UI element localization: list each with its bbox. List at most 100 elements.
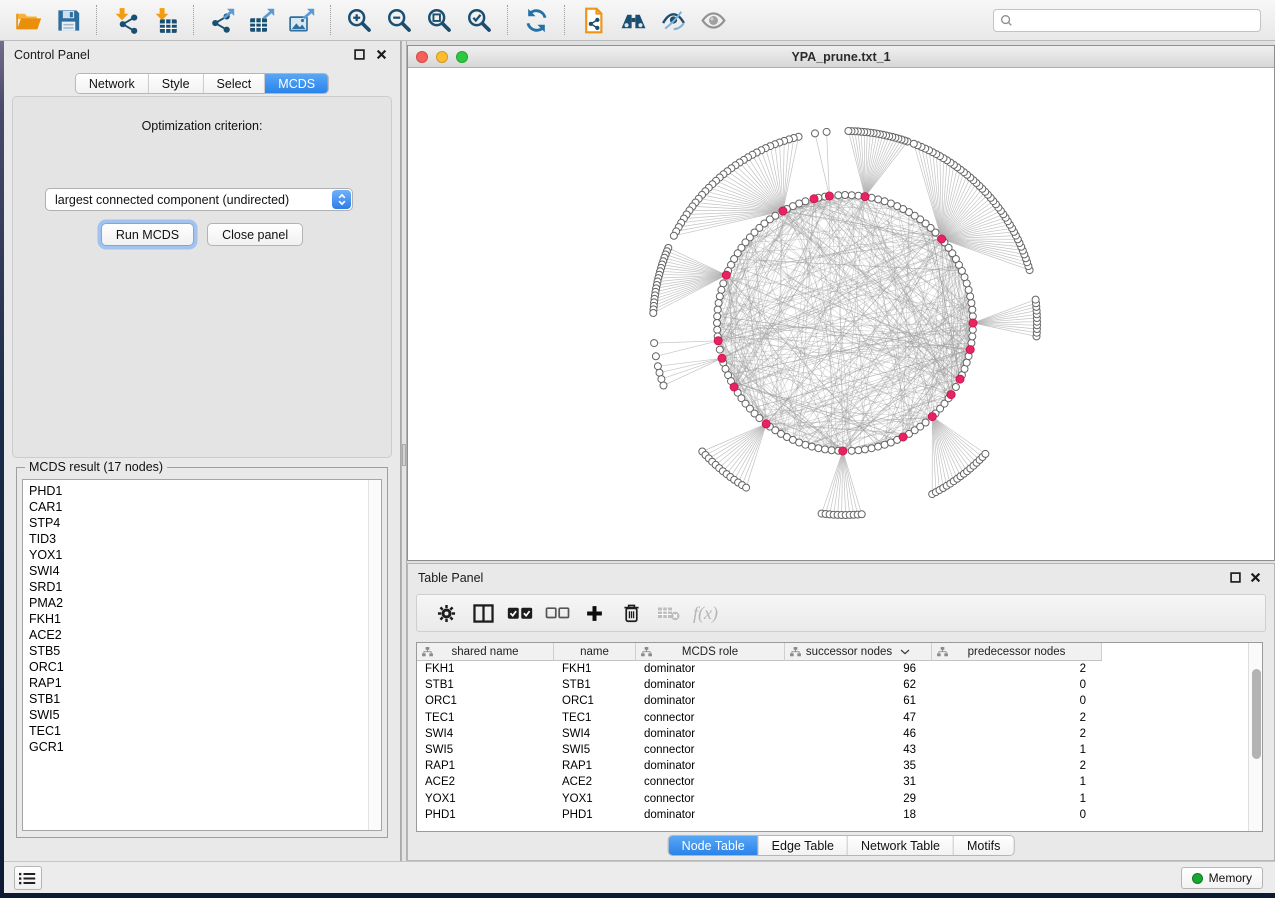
table-panel-close-button[interactable] [1250,572,1262,584]
show-panels-button[interactable] [14,866,42,890]
column-header-successor-nodes[interactable]: successor nodes [785,643,932,661]
table-cell: RAP1 [554,758,636,774]
memory-button[interactable]: Memory [1181,867,1263,889]
table-cell: RAP1 [417,758,554,774]
mcds-result-item[interactable]: TID3 [23,531,381,547]
tab-select[interactable]: Select [203,74,265,93]
export-image-button[interactable] [282,4,322,36]
column-label: name [580,646,609,658]
zoom-in-button[interactable] [339,4,379,36]
tab-style[interactable]: Style [148,74,203,93]
control-panel-header: Control Panel [4,41,400,67]
search-input[interactable] [1017,14,1254,28]
network-canvas[interactable] [408,68,1274,560]
export-network-button[interactable] [202,4,242,36]
table-row[interactable]: RAP1RAP1dominator352 [417,758,1248,774]
close-mcds-panel-button[interactable]: Close panel [207,223,303,246]
mcds-result-item[interactable]: SWI4 [23,563,381,579]
deselect-all-columns-button[interactable] [542,598,572,628]
combo-stepper-icon [332,190,351,209]
mcds-result-item[interactable]: PMA2 [23,595,381,611]
search-network-button[interactable] [613,4,653,36]
list-icon [19,871,37,886]
table-row[interactable]: STB1STB1dominator620 [417,677,1248,693]
control-panel-float-button[interactable] [354,49,366,61]
network-window-titlebar[interactable]: YPA_prune.txt_1 [408,46,1274,68]
table-panel-float-button[interactable] [1230,572,1242,584]
zoom-out-button[interactable] [379,4,419,36]
binoculars-icon [620,7,647,34]
tab-network-table[interactable]: Network Table [847,836,953,855]
import-network-icon [112,7,139,34]
zoom-selected-button[interactable] [459,4,499,36]
status-bar: Memory [4,861,1275,893]
mcds-result-item[interactable]: CAR1 [23,499,381,515]
zoom-fit-button[interactable] [419,4,459,36]
export-table-icon [249,7,276,34]
mcds-result-item[interactable]: YOX1 [23,547,381,563]
save-session-button[interactable] [48,4,88,36]
eye-icon [700,7,727,34]
table-row[interactable]: SWI4SWI4dominator462 [417,726,1248,742]
mcds-result-item[interactable]: STP4 [23,515,381,531]
mcds-result-item[interactable]: SWI5 [23,707,381,723]
mcds-result-item[interactable]: STB1 [23,691,381,707]
import-network-button[interactable] [105,4,145,36]
splitter-grip[interactable] [402,444,406,466]
table-settings-button[interactable] [431,598,461,628]
tab-network[interactable]: Network [76,74,148,93]
table-row[interactable]: SWI5SWI5connector431 [417,742,1248,758]
table-row[interactable]: FKH1FKH1dominator962 [417,661,1248,677]
table-row[interactable]: PHD1PHD1dominator180 [417,807,1248,823]
optimization-criterion-select[interactable]: largest connected component (undirected) [45,188,353,211]
mcds-result-item[interactable]: STB5 [23,643,381,659]
search-field[interactable] [993,9,1261,32]
run-mcds-button[interactable]: Run MCDS [101,223,194,246]
table-row[interactable]: ORC1ORC1dominator610 [417,693,1248,709]
mcds-result-list[interactable]: PHD1CAR1STP4TID3YOX1SWI4SRD1PMA2FKH1ACE2… [22,479,382,831]
tab-edge-table[interactable]: Edge Table [758,836,847,855]
network-graph [408,68,1274,560]
mcds-result-item[interactable]: ORC1 [23,659,381,675]
new-network-button[interactable] [573,4,613,36]
mcds-result-item[interactable]: GCR1 [23,739,381,755]
toolbar-separator [507,5,508,35]
column-header-shared-name[interactable]: shared name [417,643,554,661]
export-table-button[interactable] [242,4,282,36]
table-cell: dominator [636,661,785,677]
tab-mcds[interactable]: MCDS [264,74,328,93]
delete-column-button[interactable] [616,598,646,628]
mcds-result-item[interactable]: PHD1 [23,483,381,499]
show-columns-button[interactable] [468,598,498,628]
mcds-result-item[interactable]: TEC1 [23,723,381,739]
list-scrollbar[interactable] [368,480,381,830]
column-header-name[interactable]: name [554,643,636,661]
table-cell: connector [636,791,785,807]
table-row[interactable]: ACE2ACE2connector311 [417,774,1248,790]
select-all-columns-button[interactable] [505,598,535,628]
mcds-result-item[interactable]: FKH1 [23,611,381,627]
mcds-result-item[interactable]: SRD1 [23,579,381,595]
table-cell: SWI5 [554,742,636,758]
delete-table-button [653,598,683,628]
search-icon [1000,14,1013,27]
table-scrollbar-thumb[interactable] [1252,669,1261,759]
table-row[interactable]: YOX1YOX1connector291 [417,791,1248,807]
table-cell: TEC1 [417,710,554,726]
table-scrollbar[interactable] [1248,643,1262,831]
create-column-button[interactable] [579,598,609,628]
table-row[interactable]: TEC1TEC1connector472 [417,710,1248,726]
control-panel-close-button[interactable] [376,49,388,61]
trash-icon [623,603,640,623]
mcds-result-item[interactable]: ACE2 [23,627,381,643]
tab-motifs[interactable]: Motifs [953,836,1013,855]
import-table-button[interactable] [145,4,185,36]
table-cell: dominator [636,677,785,693]
hide-graphics-details-button[interactable] [653,4,693,36]
column-header-predecessor-nodes[interactable]: predecessor nodes [932,643,1102,661]
open-file-button[interactable] [8,4,48,36]
refresh-view-button[interactable] [516,4,556,36]
mcds-result-item[interactable]: RAP1 [23,675,381,691]
column-header-MCDS-role[interactable]: MCDS role [636,643,785,661]
tab-node-table[interactable]: Node Table [669,836,758,855]
